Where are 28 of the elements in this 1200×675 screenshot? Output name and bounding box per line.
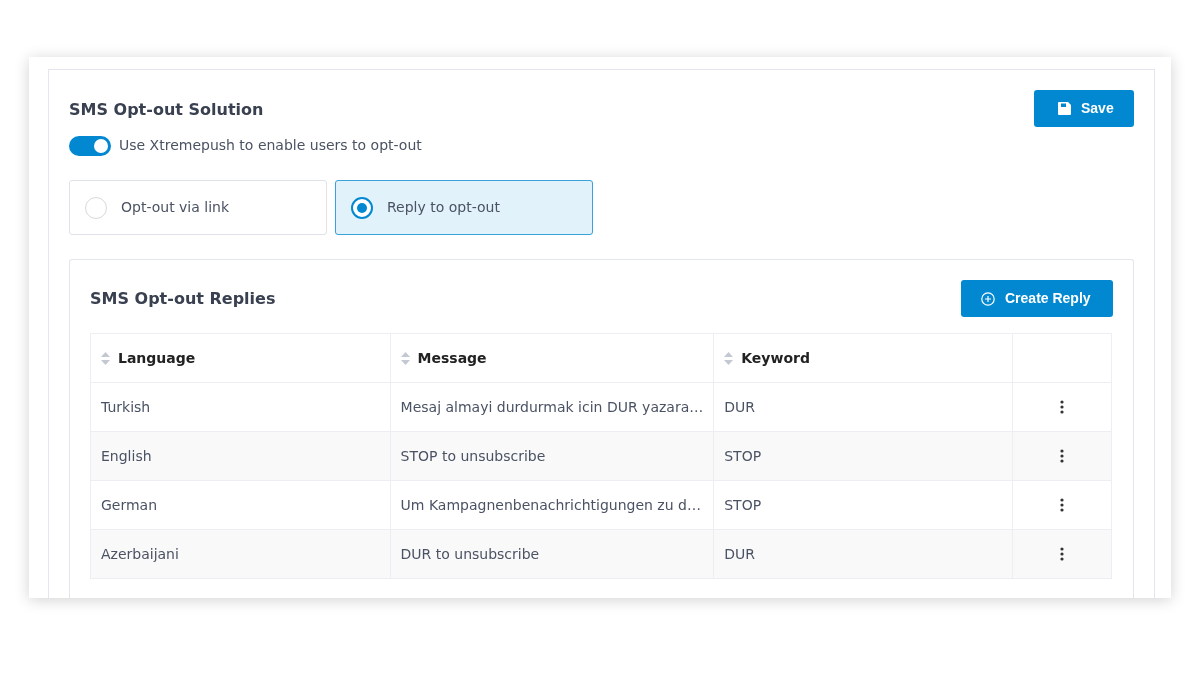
save-button[interactable]: Save xyxy=(1034,90,1134,127)
table-cell: DUR to unsubscribe xyxy=(400,545,540,562)
table-cell: Mesaj almayi durdurmak icin DUR yazara… xyxy=(400,398,704,415)
column-header[interactable]: Message xyxy=(417,347,487,369)
option-label: Opt-out via link xyxy=(121,198,230,217)
radio-button[interactable] xyxy=(351,196,373,219)
create-reply-button[interactable]: Create Reply xyxy=(961,280,1113,317)
section-title: SMS Opt-out Solution xyxy=(69,99,264,121)
table-cell: Turkish xyxy=(101,398,151,415)
table-cell: STOP xyxy=(724,496,762,513)
option-label: Reply to opt-out xyxy=(387,198,500,217)
table-cell: STOP to unsubscribe xyxy=(400,447,546,464)
column-header[interactable]: Keyword xyxy=(741,347,810,369)
column-header[interactable]: Language xyxy=(118,347,196,369)
table-cell: English xyxy=(101,447,152,464)
table-cell: DUR xyxy=(724,398,755,415)
table-cell: Azerbaijani xyxy=(101,545,179,562)
option-card[interactable]: Reply to opt-out xyxy=(335,180,593,235)
plus-circle-icon xyxy=(981,291,995,306)
table-cell: Um Kampagnenbenachrichtigungen zu d… xyxy=(400,496,701,513)
save-icon xyxy=(1058,102,1071,115)
toggle-label: Use Xtremepush to enable users to opt-out xyxy=(119,136,422,155)
table-cell: STOP xyxy=(724,447,762,464)
replies-title: SMS Opt-out Replies xyxy=(90,287,276,310)
toggle-switch[interactable] xyxy=(69,135,111,156)
table-cell: DUR xyxy=(724,545,755,562)
table-cell: German xyxy=(101,496,158,513)
option-card[interactable]: Opt-out via link xyxy=(69,180,327,235)
